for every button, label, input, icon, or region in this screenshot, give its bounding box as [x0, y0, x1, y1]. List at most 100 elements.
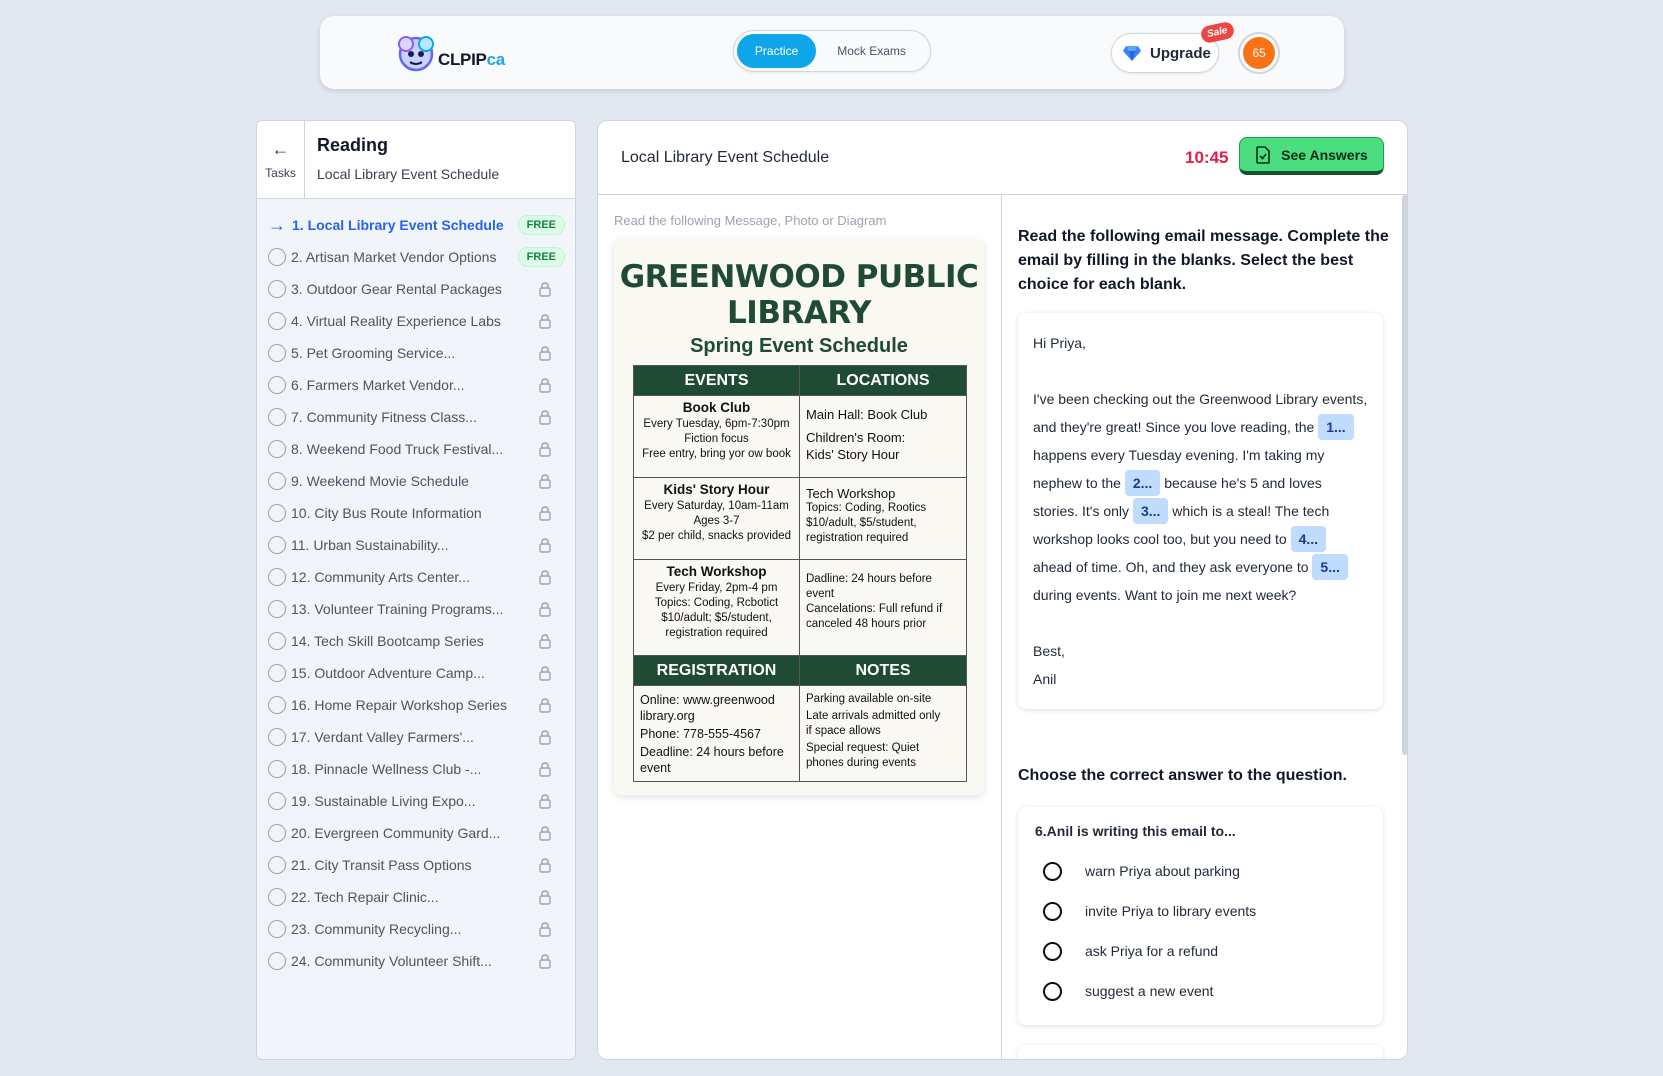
status-circle-icon [268, 248, 286, 266]
lock-icon [539, 378, 551, 393]
sidebar-task-item[interactable]: 5. Pet Grooming Service... [257, 337, 575, 369]
mcq-instruction: Choose the correct answer to the questio… [1018, 767, 1347, 784]
document-check-icon [1256, 145, 1270, 164]
sidebar-task-item[interactable]: 23. Community Recycling... [257, 913, 575, 945]
sidebar-task-item[interactable]: 21. City Transit Pass Options [257, 849, 575, 881]
blank-5[interactable]: 5... [1312, 554, 1348, 580]
sidebar-header: ← Tasks Reading Local Library Event Sche… [257, 121, 575, 199]
lock-icon [539, 698, 551, 713]
sidebar-task-item[interactable]: 6. Farmers Market Vendor... [257, 369, 575, 401]
task-label: 20. Evergreen Community Gard... [291, 825, 501, 841]
task-label: 17. Verdant Valley Farmers'... [291, 729, 474, 745]
lock-icon [539, 602, 551, 617]
status-circle-icon [268, 888, 286, 906]
task-label: 7. Community Fitness Class... [291, 409, 477, 425]
sidebar-task-item[interactable]: 11. Urban Sustainability... [257, 529, 575, 561]
radio-button[interactable] [1043, 861, 1062, 881]
question-column[interactable]: Read the following email message. Comple… [1002, 195, 1402, 1059]
task-label: 16. Home Repair Workshop Series [291, 697, 508, 713]
answer-option[interactable]: suggest a new event [1035, 971, 1366, 1011]
blank-2[interactable]: 2... [1124, 470, 1161, 496]
status-circle-icon [268, 280, 286, 298]
status-circle-icon [268, 856, 286, 874]
logo-text: CLPIPca [438, 50, 505, 69]
status-circle-icon [268, 760, 286, 778]
radio-button[interactable] [1043, 941, 1062, 961]
lock-icon [539, 826, 551, 841]
task-label: 18. Pinnacle Wellness Club -... [291, 761, 482, 777]
sidebar-task-item[interactable]: 14. Tech Skill Bootcamp Series [257, 625, 575, 657]
mode-tabs: Practice Mock Exams [733, 30, 931, 72]
email-body: I've been checking out the Greenwood Lib… [1033, 391, 1368, 603]
back-label: Tasks [265, 166, 296, 180]
sidebar-title-block: Reading Local Library Event Schedule [305, 121, 511, 198]
lock-icon [539, 570, 551, 585]
flyer-cell-book-club: Book Club Every Tuesday, 6pm-7:30pm Fict… [633, 395, 800, 478]
task-label: 12. Community Arts Center... [291, 569, 470, 585]
sidebar-task-item[interactable]: 9. Weekend Movie Schedule [257, 465, 575, 497]
sidebar-task-item[interactable]: 16. Home Repair Workshop Series [257, 689, 575, 721]
lock-icon [539, 346, 551, 361]
answer-option[interactable]: warn Priya about parking [1035, 851, 1366, 891]
arrow-left-icon: ← [271, 139, 290, 159]
back-to-tasks-button[interactable]: ← Tasks [257, 121, 305, 198]
task-label: 6. Farmers Market Vendor... [291, 377, 465, 393]
sidebar-task-item[interactable]: → 1. Local Library Event Schedule FREE [257, 209, 575, 241]
arrow-right-icon: → [268, 215, 286, 235]
sidebar-task-item[interactable]: 22. Tech Repair Clinic... [257, 881, 575, 913]
top-bar: CLPIPca Practice Mock Exams Upgrade Sale… [320, 16, 1344, 89]
task-label: 1. Local Library Event Schedule [292, 217, 504, 233]
blank-1[interactable]: 1... [1318, 414, 1354, 440]
task-label: 8. Weekend Food Truck Festival... [291, 441, 504, 457]
lock-icon [539, 762, 551, 777]
next-question-card [1018, 1045, 1383, 1059]
tab-mock-exams[interactable]: Mock Exams [816, 34, 927, 68]
task-label: 13. Volunteer Training Programs... [291, 601, 504, 617]
sidebar-task-item[interactable]: 10. City Bus Route Information [257, 497, 575, 529]
tab-practice[interactable]: Practice [737, 34, 817, 68]
status-circle-icon [268, 504, 286, 522]
status-circle-icon [268, 824, 286, 842]
question-6-stem: 6.Anil is writing this email to... [1035, 823, 1236, 839]
sidebar-task-item[interactable]: 24. Community Volunteer Shift... [257, 945, 575, 977]
flyer-title: GREENWOOD PUBLIC LIBRARY [619, 259, 979, 331]
blank-3[interactable]: 3... [1132, 498, 1169, 524]
sidebar-task-item[interactable]: 13. Volunteer Training Programs... [257, 593, 575, 625]
logo[interactable]: CLPIPca [392, 32, 505, 74]
task-label: 19. Sustainable Living Expo... [291, 793, 476, 809]
section-subtitle: Local Library Event Schedule [317, 166, 500, 182]
user-menu[interactable]: 65 [1238, 32, 1280, 74]
answer-option[interactable]: ask Priya for a refund [1035, 931, 1366, 971]
flyer-header-locations: LOCATIONS [799, 365, 967, 396]
sidebar-task-item[interactable]: 12. Community Arts Center... [257, 561, 575, 593]
lock-icon [539, 474, 551, 489]
sidebar-task-item[interactable]: 3. Outdoor Gear Rental Packages [257, 273, 575, 305]
task-label: 4. Virtual Reality Experience Labs [291, 313, 501, 329]
see-answers-button[interactable]: See Answers [1239, 137, 1384, 175]
sidebar-task-item[interactable]: 17. Verdant Valley Farmers'... [257, 721, 575, 753]
radio-button[interactable] [1043, 981, 1062, 1001]
sidebar-task-item[interactable]: 20. Evergreen Community Gard... [257, 817, 575, 849]
sidebar-task-item[interactable]: 2. Artisan Market Vendor Options FREE [257, 241, 575, 273]
lock-icon [539, 922, 551, 937]
sidebar-task-item[interactable]: 8. Weekend Food Truck Festival... [257, 433, 575, 465]
sidebar-task-item[interactable]: 19. Sustainable Living Expo... [257, 785, 575, 817]
answer-option[interactable]: invite Priya to library events [1035, 891, 1366, 931]
flyer-cell-kids-story-hour: Kids' Story Hour Every Saturday, 10am-11… [633, 477, 800, 560]
blank-4[interactable]: 4... [1290, 526, 1327, 552]
radio-button[interactable] [1043, 901, 1062, 921]
lock-icon [539, 538, 551, 553]
passage-instruction: Read the following Message, Photo or Dia… [614, 213, 887, 228]
sidebar-task-item[interactable]: 7. Community Fitness Class... [257, 401, 575, 433]
free-badge: FREE [517, 247, 565, 267]
sidebar-task-item[interactable]: 4. Virtual Reality Experience Labs [257, 305, 575, 337]
sidebar-task-item[interactable]: 15. Outdoor Adventure Camp... [257, 657, 575, 689]
status-circle-icon [268, 728, 286, 746]
lock-icon [539, 666, 551, 681]
sidebar-task-item[interactable]: 18. Pinnacle Wellness Club -... [257, 753, 575, 785]
task-label: 21. City Transit Pass Options [291, 857, 472, 873]
see-answers-label: See Answers [1281, 146, 1368, 163]
flyer-header-registration: REGISTRATION [633, 655, 800, 686]
flyer-subtitle: Spring Event Schedule [690, 335, 908, 357]
question-scrollbar[interactable] [1402, 195, 1407, 755]
